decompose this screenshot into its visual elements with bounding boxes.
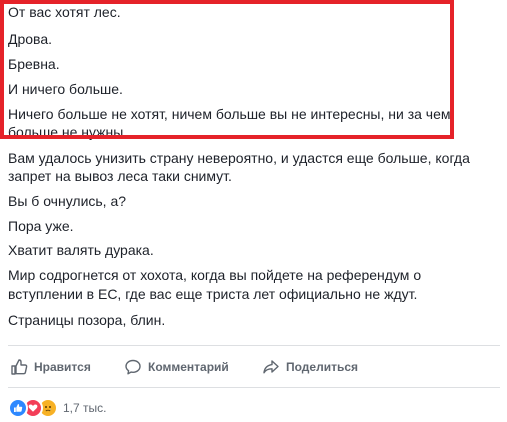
comment-label: Комментарий bbox=[148, 360, 229, 374]
post-actions: Нравится Комментарий Поделиться bbox=[0, 352, 507, 382]
post-paragraph: Страницы позора, блин. bbox=[8, 312, 166, 328]
post-paragraph: И ничего больше. bbox=[8, 81, 123, 97]
post-paragraph: Бревна. bbox=[8, 56, 60, 72]
post-paragraph: От вас хотят лес. bbox=[8, 4, 121, 20]
post-paragraph: Пора уже. bbox=[8, 218, 74, 234]
divider bbox=[8, 387, 500, 388]
reactions-summary[interactable]: 1,7 тыс. bbox=[8, 397, 106, 419]
post-paragraph: Мир содрогнется от хохота, когда вы пойд… bbox=[8, 267, 422, 283]
post-paragraph: Вы б очнулись, а? bbox=[8, 193, 127, 209]
post-paragraph: Ничего больше не хотят, ничем больше вы … bbox=[8, 106, 451, 122]
divider bbox=[8, 345, 500, 346]
like-icon bbox=[8, 398, 28, 418]
like-label: Нравится bbox=[34, 360, 91, 374]
share-label: Поделиться bbox=[286, 360, 359, 374]
like-button[interactable]: Нравится bbox=[10, 352, 91, 382]
post-paragraph: Хватит валять дурака. bbox=[8, 242, 154, 258]
share-button[interactable]: Поделиться bbox=[262, 352, 358, 382]
share-icon bbox=[263, 360, 279, 374]
comment-button[interactable]: Комментарий bbox=[124, 352, 229, 382]
comment-icon bbox=[125, 359, 141, 375]
post-paragraph: Вам удалось унизить страну невероятно, и… bbox=[8, 150, 470, 166]
thumbs-up-icon bbox=[11, 359, 28, 375]
post-paragraph: запрет на вывоз леса таки снимут. bbox=[8, 168, 232, 184]
post-paragraph: Дрова. bbox=[8, 31, 53, 47]
post-paragraph: вступлении в ЕС, где вас еще триста лет … bbox=[8, 286, 418, 302]
reaction-count: 1,7 тыс. bbox=[63, 401, 107, 415]
post-paragraph: больше не нужны. bbox=[8, 124, 128, 140]
